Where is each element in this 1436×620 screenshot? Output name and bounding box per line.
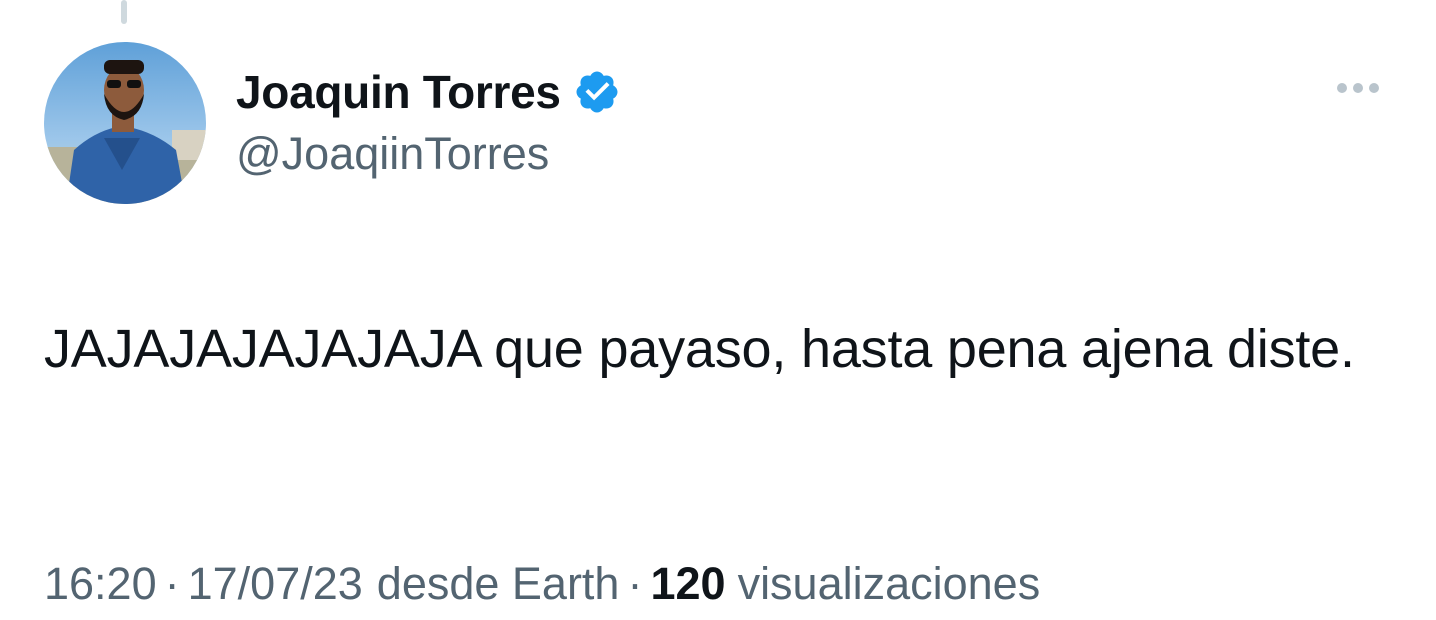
thread-connector-line (121, 0, 127, 24)
tweet-time[interactable]: 16:20 (44, 558, 157, 610)
author-handle[interactable]: @JoaqiinTorres (236, 128, 549, 180)
author-name-row: Joaquin Torres (236, 62, 621, 122)
more-options-button[interactable] (1326, 70, 1390, 106)
avatar-photo (44, 42, 206, 204)
tweet-source: desde Earth (376, 558, 620, 609)
more-options-icon (1337, 83, 1347, 93)
meta-separator: · (164, 558, 180, 609)
tweet-text: JAJAJAJAJAJAJA que payaso, hasta pena aj… (44, 319, 1355, 379)
author-display-name[interactable]: Joaquin Torres (236, 65, 561, 119)
avatar[interactable] (44, 42, 206, 204)
views-count[interactable]: 120 (650, 558, 725, 610)
verified-badge-icon (573, 68, 621, 116)
tweet-metadata: 16:20 · 17/07/23 desde Earth · 120 visua… (44, 558, 1040, 610)
views-label[interactable]: visualizaciones (738, 558, 1041, 610)
more-options-dot (1353, 83, 1363, 93)
meta-separator: · (627, 558, 643, 609)
more-options-dot (1369, 83, 1379, 93)
tweet-date[interactable]: 17/07/23 (188, 558, 363, 610)
